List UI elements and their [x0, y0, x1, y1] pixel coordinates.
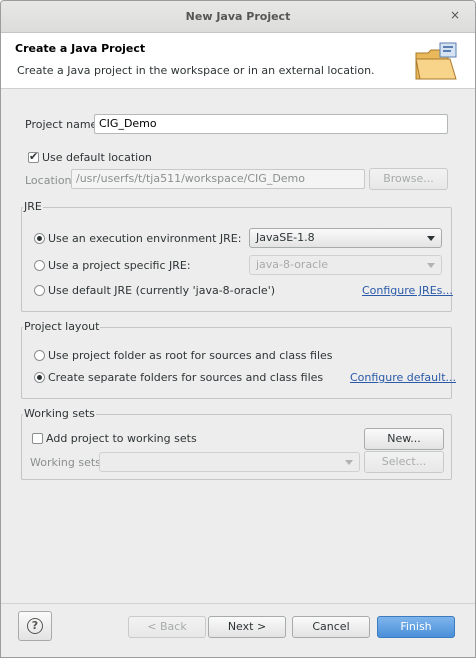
finish-button[interactable]: Finish: [377, 616, 455, 638]
execution-environment-value: JavaSE-1.8: [256, 231, 315, 244]
working-sets-group-title: Working sets: [23, 407, 96, 420]
configure-default-link[interactable]: Configure default...: [350, 371, 456, 384]
button-bar-separator: [1, 603, 475, 604]
new-working-set-button[interactable]: New...: [364, 428, 444, 450]
location-label: Location:: [25, 174, 76, 187]
project-specific-jre-value: java-8-oracle: [256, 258, 329, 271]
project-layout-group-title: Project layout: [23, 320, 101, 333]
project-specific-jre-select[interactable]: java-8-oracle: [249, 255, 442, 275]
cancel-button[interactable]: Cancel: [292, 616, 370, 638]
help-icon: ?: [27, 618, 43, 634]
jre-default-radio[interactable]: [34, 285, 45, 296]
next-button[interactable]: Next >: [208, 616, 286, 638]
project-name-label: Project name:: [25, 118, 102, 131]
layout-root-label: Use project folder as root for sources a…: [48, 349, 333, 362]
layout-root-radio[interactable]: [34, 350, 45, 361]
wizard-description: Create a Java project in the workspace o…: [17, 64, 375, 77]
working-sets-label: Working sets:: [30, 456, 105, 469]
working-sets-select[interactable]: [99, 452, 360, 472]
project-layout-group: [21, 327, 452, 399]
project-name-input[interactable]: CIG_Demo: [94, 114, 448, 134]
window-title: New Java Project: [185, 10, 291, 23]
wizard-title: Create a Java Project: [15, 42, 146, 55]
help-button[interactable]: ?: [18, 611, 52, 641]
back-button[interactable]: < Back: [128, 616, 206, 638]
chevron-down-icon: [427, 263, 435, 268]
jre-env-radio[interactable]: [34, 233, 45, 244]
select-working-sets-button[interactable]: Select...: [364, 451, 444, 473]
jre-group-title: JRE: [23, 200, 43, 213]
jre-specific-label: Use a project specific JRE:: [48, 259, 191, 272]
title-bar: New Java Project ×: [1, 1, 475, 33]
checkmark-icon: ✔: [29, 150, 39, 163]
configure-jres-link[interactable]: Configure JREs...: [362, 284, 453, 297]
java-project-folder-icon: [415, 42, 457, 80]
chevron-down-icon: [427, 236, 435, 241]
location-input[interactable]: /usr/userfs/t/tja511/workspace/CIG_Demo: [71, 169, 365, 189]
execution-environment-select[interactable]: JavaSE-1.8: [249, 228, 442, 248]
jre-specific-radio[interactable]: [34, 260, 45, 271]
add-to-working-sets-checkbox[interactable]: [32, 433, 43, 444]
use-default-location-checkbox[interactable]: ✔: [28, 150, 39, 163]
add-to-working-sets-label: Add project to working sets: [46, 432, 197, 445]
use-default-location-label: Use default location: [42, 151, 152, 164]
close-icon[interactable]: ×: [447, 7, 463, 23]
layout-separate-radio[interactable]: [34, 372, 45, 383]
layout-separate-label: Create separate folders for sources and …: [48, 371, 324, 384]
chevron-down-icon: [345, 460, 353, 465]
new-java-project-dialog: New Java Project × Create a Java Project…: [0, 0, 476, 658]
wizard-banner: Create a Java Project Create a Java proj…: [1, 33, 475, 89]
jre-env-label: Use an execution environment JRE:: [48, 232, 242, 245]
jre-default-label: Use default JRE (currently 'java-8-oracl…: [48, 284, 276, 297]
browse-button[interactable]: Browse...: [369, 168, 448, 190]
